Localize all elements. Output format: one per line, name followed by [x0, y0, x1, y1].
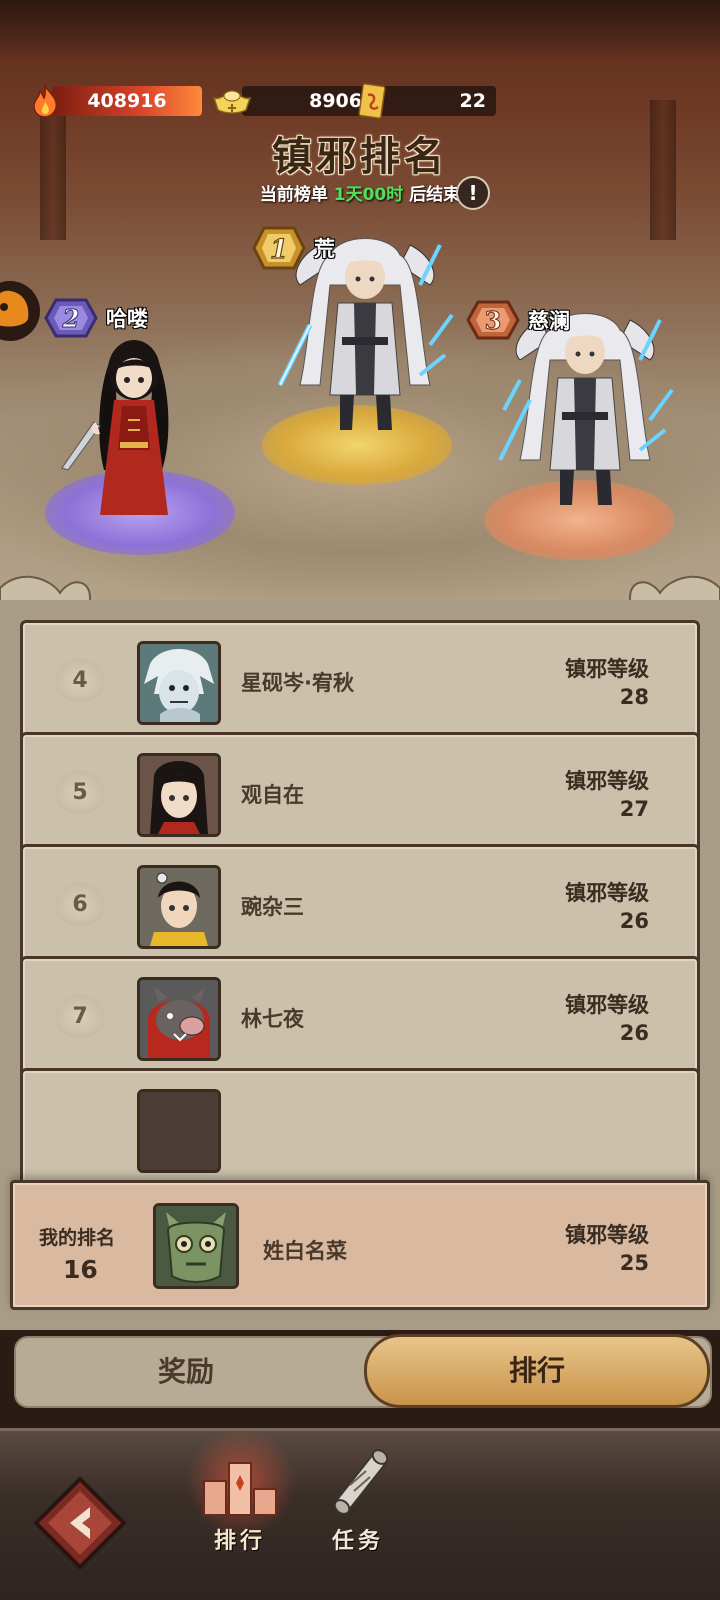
avatar[interactable]: [137, 865, 221, 949]
my-rank-value: 16: [63, 1255, 98, 1284]
level-label: 镇邪等级: [565, 993, 649, 1017]
row-player-name: 星砚岑·宥秋: [241, 671, 354, 695]
tab-reward[interactable]: 奖励: [16, 1338, 356, 1406]
level-value: 26: [619, 909, 649, 933]
bronze-mask-avatar-icon: [156, 1206, 236, 1286]
ranking-row[interactable]: 5 观自在 镇邪等级 27: [20, 732, 700, 854]
rank-2-number: 2: [62, 304, 80, 333]
my-player-name: 姓白名菜: [263, 1239, 347, 1263]
ranking-row[interactable]: 7 林七夜 镇邪等级 26: [20, 956, 700, 1078]
avatar[interactable]: [137, 641, 221, 725]
scroll-icon: [333, 1449, 389, 1515]
ticket-amount: 22: [376, 86, 496, 116]
rank-3-number: 3: [485, 306, 502, 335]
ranking-row[interactable]: 4 星砚岑·宥秋 镇邪等级 28: [20, 620, 700, 742]
row-player-name: 林七夜: [241, 1007, 304, 1031]
rank-1-number: 1: [270, 235, 288, 265]
page-title: 镇邪排名: [272, 134, 448, 180]
level-label: 镇邪等级: [565, 769, 649, 793]
gold-currency[interactable]: 8906: [212, 84, 372, 118]
level-label: 镇邪等级: [565, 881, 649, 905]
level-value: 26: [619, 1021, 649, 1045]
ticket-icon: [358, 83, 386, 119]
level-value: 27: [619, 797, 649, 821]
my-rank-label: 我的排名: [39, 1227, 116, 1249]
second-place-name: 哈喽: [106, 307, 148, 331]
my-level-label: 镇邪等级: [565, 1223, 649, 1247]
podium-icon: [203, 1462, 277, 1516]
third-place-badge: 3 慈澜: [462, 294, 570, 346]
flame-amount: 408916: [52, 86, 202, 116]
avatar[interactable]: [137, 1089, 221, 1173]
timer-value: 1天00时: [333, 185, 404, 205]
row-rank: 5: [55, 771, 105, 815]
first-place-badge: 1 荒: [248, 222, 335, 274]
rank-2-emblem-icon: 2: [44, 298, 98, 338]
flame-icon: [33, 84, 58, 118]
first-place-name: 荒: [314, 237, 335, 261]
woman-avatar-icon: [140, 756, 218, 834]
third-place-name: 慈澜: [528, 309, 570, 333]
boar-avatar-icon: [140, 980, 218, 1058]
bottom-nav: 排行 任务: [0, 1427, 720, 1600]
nav-task-label: 任务: [331, 1529, 384, 1554]
rank-3-emblem-icon: 3: [466, 300, 520, 340]
row-player-name: 豌杂三: [241, 895, 304, 919]
my-avatar[interactable]: [153, 1203, 239, 1289]
slime-mascot-icon[interactable]: [0, 275, 40, 345]
gold-amount: 8906: [242, 86, 372, 116]
flame-currency[interactable]: 408916: [30, 84, 202, 118]
ticket-currency[interactable]: 22: [358, 83, 496, 119]
timer-row: 当前榜单 1天00时 后结束: [0, 180, 720, 205]
row-player-name: 观自在: [241, 783, 304, 807]
timer-prefix: 当前榜单: [259, 185, 328, 205]
row-rank: 7: [55, 995, 105, 1039]
level-label: 镇邪等级: [565, 657, 649, 681]
ranking-row[interactable]: 6 豌杂三 镇邪等级 26: [20, 844, 700, 966]
my-level-value: 25: [619, 1251, 649, 1275]
boy-avatar-icon: [140, 868, 218, 946]
ranking-row[interactable]: [20, 1068, 700, 1190]
nav-rank-label: 排行: [213, 1529, 266, 1554]
info-button[interactable]: !: [456, 176, 490, 210]
tab-bar: 奖励 排行: [14, 1334, 712, 1408]
rank-1-emblem-icon: 1: [252, 226, 306, 270]
ranking-scene: 408916 8906 22 镇邪排名 当前榜单 1天00时 后结束 ! 2 哈…: [0, 0, 720, 600]
cloud-divider: [0, 575, 720, 600]
my-rank-row[interactable]: 我的排名 16 姓白名菜 镇邪等级 25: [10, 1180, 710, 1310]
second-place-character[interactable]: [58, 330, 208, 525]
back-emblem-icon[interactable]: [30, 1473, 130, 1573]
nav-task[interactable]: 任务: [308, 1441, 408, 1555]
row-rank: 6: [55, 883, 105, 927]
ghost-avatar-icon: [140, 644, 218, 722]
avatar[interactable]: [137, 753, 221, 837]
gold-ingot-icon: [212, 90, 252, 114]
timer-suffix: 后结束: [409, 185, 461, 205]
second-place-badge: 2 哈喽: [40, 292, 148, 344]
temple-roof: [0, 0, 720, 60]
row-rank: 4: [55, 659, 105, 703]
nav-rank[interactable]: 排行: [190, 1441, 290, 1555]
tab-rank[interactable]: 排行: [364, 1334, 710, 1408]
avatar[interactable]: [137, 977, 221, 1061]
level-value: 28: [619, 685, 649, 709]
